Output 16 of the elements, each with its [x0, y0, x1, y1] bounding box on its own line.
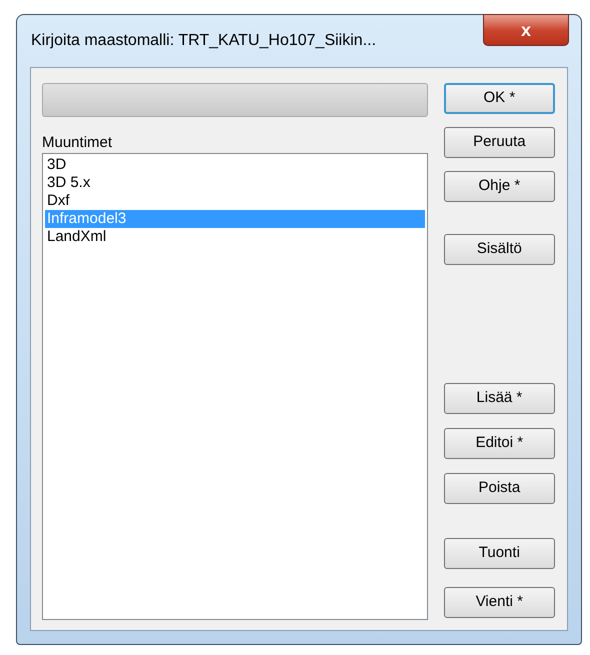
dialog-button[interactable]: Ohje * [444, 171, 555, 202]
close-button[interactable]: x [483, 14, 569, 46]
dialog-button[interactable]: Tuonti [444, 538, 555, 569]
dialog-button[interactable]: Poista [444, 473, 555, 504]
list-item[interactable]: LandXml [45, 228, 425, 246]
list-item[interactable]: Dxf [45, 192, 425, 210]
dialog-button[interactable]: Peruuta [444, 127, 555, 158]
list-item[interactable]: 3D [45, 156, 425, 174]
list-label: Muuntimet [42, 133, 114, 153]
window-title: Kirjoita maastomalli: TRT_KATU_Ho107_Siikin... [31, 31, 376, 51]
list-item[interactable]: 3D 5.x [45, 174, 425, 192]
dialog-button[interactable]: Lisää * [444, 383, 555, 414]
dialog-button[interactable]: Sisältö [444, 234, 555, 265]
dialog-button[interactable]: OK * [444, 83, 555, 114]
dialog-button[interactable]: Editoi * [444, 428, 555, 459]
dialog-button[interactable]: Vienti * [444, 587, 555, 618]
